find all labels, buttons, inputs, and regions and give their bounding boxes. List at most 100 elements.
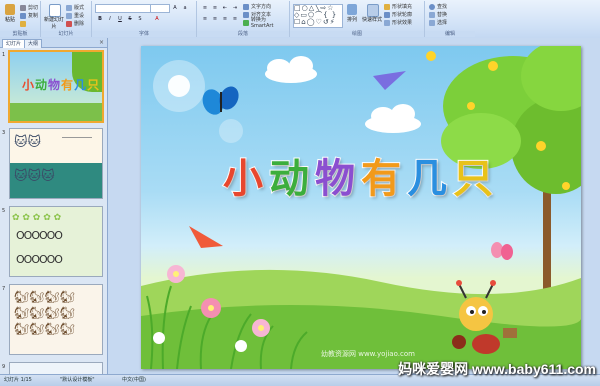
ribbon: 粘贴 剪切 复制 剪贴板 新建幻灯片 版式 重设 删除 幻灯片 A a B I … xyxy=(0,0,600,39)
layout-button[interactable]: 版式 xyxy=(66,4,84,11)
font-color-button[interactable]: A xyxy=(152,15,162,24)
editing-group: 查找 替换 选择 编辑 xyxy=(425,1,475,37)
font-size-combo[interactable] xyxy=(150,4,170,13)
slide-editing-area: 小动物有几只 幼教资源网 www.yojiao.com xyxy=(108,38,600,374)
close-pane-icon[interactable]: × xyxy=(99,39,104,47)
title-char: 几 xyxy=(406,155,453,203)
title-char: 小 xyxy=(222,155,269,203)
copy-button[interactable]: 复制 xyxy=(20,12,38,19)
stump-icon xyxy=(503,328,517,338)
slide-title[interactable]: 小动物有几只 xyxy=(141,146,581,204)
tab-outline[interactable]: 大纲 xyxy=(24,39,43,48)
increase-indent-button[interactable]: ⇥ xyxy=(230,4,240,13)
slide-number: 3 xyxy=(2,130,6,136)
text-direction-button[interactable]: 文字方向 xyxy=(243,3,271,10)
decrease-indent-button[interactable]: ⇤ xyxy=(220,4,230,13)
thumb-title: 小动物有几只 xyxy=(22,78,101,92)
find-icon xyxy=(429,3,435,10)
language-indicator: 中文(中国) xyxy=(122,377,146,383)
title-char: 动 xyxy=(268,155,315,203)
new-slide-button[interactable]: 新建幻灯片 xyxy=(44,3,64,30)
title-char: 只 xyxy=(452,155,499,203)
bold-button[interactable]: B xyxy=(95,15,105,24)
thumb-circles-top: OOOOOO xyxy=(16,229,63,242)
align-center-button[interactable]: ≡ xyxy=(210,15,220,24)
replace-button[interactable]: 替换 xyxy=(429,11,447,18)
paste-icon xyxy=(5,4,15,15)
pane-tabs: 幻灯片 大纲 × xyxy=(0,38,107,48)
slide-number: 1 xyxy=(2,52,6,58)
paper-plane-icon xyxy=(373,71,406,90)
tab-slides[interactable]: 幻灯片 xyxy=(2,39,26,48)
outline-icon xyxy=(384,11,390,18)
thumb-squirrels: 🐿🐿🐿🐿 🐿🐿🐿🐿 🐿🐿🐿🐿 xyxy=(14,290,75,336)
slide-watermark: 幼教资源网 www.yojiao.com xyxy=(321,350,415,358)
butterfly-pink-icon xyxy=(491,242,513,260)
effects-icon xyxy=(384,19,390,26)
italic-button[interactable]: I xyxy=(105,15,115,24)
format-painter-button[interactable] xyxy=(20,20,26,27)
slide-counter: 幻灯片 1/15 xyxy=(4,377,32,383)
smartart-icon xyxy=(243,19,249,26)
thumb-grass xyxy=(10,103,102,121)
thumb-line xyxy=(62,137,92,138)
slide-number: 7 xyxy=(2,286,6,292)
cloud-icon xyxy=(265,56,421,133)
replace-icon xyxy=(429,11,435,18)
clipboard-group: 粘贴 剪切 复制 剪贴板 xyxy=(0,1,41,37)
title-char: 物 xyxy=(314,155,361,203)
slide-thumbnail-3[interactable]: 🐱🐱 🐱🐱🐱 xyxy=(9,128,103,199)
shape-fill-button[interactable]: 形状填充 xyxy=(384,3,412,10)
text-direction-icon xyxy=(243,3,249,10)
arrange-icon xyxy=(347,4,357,15)
paper-plane-icon-2 xyxy=(189,226,223,248)
quick-styles-button[interactable]: 快速样式 xyxy=(362,3,382,25)
underline-button[interactable]: U xyxy=(115,15,125,24)
slide-artwork xyxy=(141,46,581,369)
select-button[interactable]: 选择 xyxy=(429,19,447,26)
align-right-button[interactable]: ≡ xyxy=(220,15,230,24)
sun-icon xyxy=(153,60,205,112)
cut-button[interactable]: 剪切 xyxy=(20,4,38,11)
theme-name: "默认设计模板" xyxy=(60,377,95,383)
drawing-group: □○△╲⇨☆ ◇▭⬠⌒{ } ☐⌂◯♡↺⚡ 排列 快速样式 形状填充 形状轮廓 形状… xyxy=(290,1,425,37)
strikethrough-button[interactable]: S xyxy=(125,15,135,24)
slide-thumbnail-1[interactable]: 小动物有几只 xyxy=(8,50,104,123)
delete-icon xyxy=(66,20,72,27)
paste-button[interactable]: 粘贴 xyxy=(2,3,18,25)
paragraph-group: ≡ ≡ ⇤ ⇥ ≡ ≡ ≡ ≡ 文字方向 对齐文本 转换为 SmartArt 段… xyxy=(197,1,290,37)
grow-font-button[interactable]: A xyxy=(170,4,180,13)
font-group: A a B I U S S A 字体 xyxy=(92,1,197,37)
brush-icon xyxy=(20,20,26,27)
numbering-button[interactable]: ≡ xyxy=(210,4,220,13)
shadow-button[interactable]: S xyxy=(135,15,145,24)
arrange-button[interactable]: 排列 xyxy=(344,3,360,25)
bullets-button[interactable]: ≡ xyxy=(200,4,210,13)
slide-canvas[interactable]: 小动物有几只 幼教资源网 www.yojiao.com xyxy=(141,46,581,369)
slide-thumbnail-7[interactable]: 🐿🐿🐿🐿 🐿🐿🐿🐿 🐿🐿🐿🐿 xyxy=(9,284,103,355)
align-left-button[interactable]: ≡ xyxy=(200,15,210,24)
title-char: 有 xyxy=(360,155,407,203)
reset-button[interactable]: 重设 xyxy=(66,12,84,19)
thumb-circles-bottom: OOOOOO xyxy=(16,253,63,266)
shrink-font-button[interactable]: a xyxy=(180,4,190,13)
shape-effects-button[interactable]: 形状效果 xyxy=(384,19,412,26)
reset-icon xyxy=(66,12,72,19)
shapes-gallery[interactable]: □○△╲⇨☆ ◇▭⬠⌒{ } ☐⌂◯♡↺⚡ xyxy=(293,4,343,28)
thumb-leaves: ✿ ✿ ✿ ✿ ✿ xyxy=(12,213,62,223)
butterfly-icon xyxy=(202,86,239,115)
convert-smartart-button[interactable]: 转换为 SmartArt xyxy=(243,17,289,29)
layout-icon xyxy=(66,4,72,11)
font-name-combo[interactable] xyxy=(95,4,151,13)
justify-button[interactable]: ≡ xyxy=(230,15,240,24)
slide-number: 5 xyxy=(2,208,6,214)
slide-thumbnail-5[interactable]: OOOOOO OOOOOO ✿ ✿ ✿ ✿ ✿ xyxy=(9,206,103,277)
find-button[interactable]: 查找 xyxy=(429,3,447,10)
site-watermark: 妈咪爱婴网 www.baby611.com xyxy=(398,361,596,377)
slide-number: 9 xyxy=(2,364,6,370)
select-icon xyxy=(429,19,435,26)
align-text-icon xyxy=(243,11,249,18)
shape-outline-button[interactable]: 形状轮廓 xyxy=(384,11,412,18)
thumb-cats-bottom: 🐱🐱🐱 xyxy=(14,169,55,184)
delete-button[interactable]: 删除 xyxy=(66,20,84,27)
